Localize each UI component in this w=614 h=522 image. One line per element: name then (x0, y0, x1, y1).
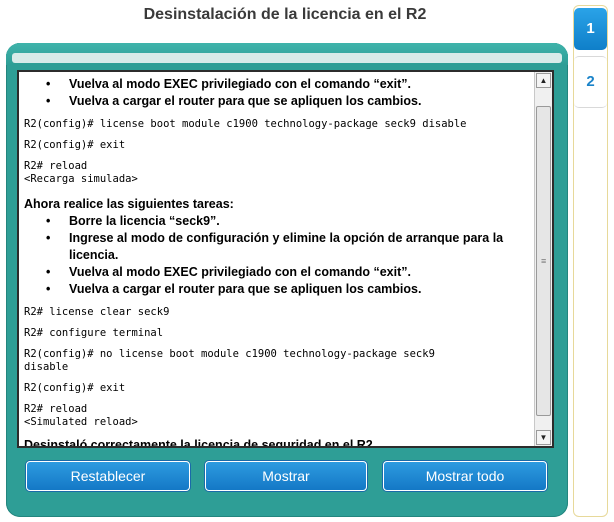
success-message: Desinstaló correctamente la licencia de … (24, 438, 377, 448)
command-line: R2(config)# exit (24, 382, 126, 394)
page-title: Desinstalación de la licencia en el R2 (143, 6, 427, 23)
scroll-down-arrow-icon[interactable]: ▼ (536, 430, 551, 445)
command-line: R2# license clear seck9 (24, 306, 170, 318)
list-item: • Borre la licencia “seck9”. (46, 214, 220, 228)
vertical-scrollbar[interactable]: ▲ ≡ ▼ (534, 72, 552, 446)
list-item: • Ingrese al modo de configuración y elim… (46, 231, 504, 262)
command-line: R2(config)# exit (24, 139, 126, 151)
command-line: R2(config)# no license boot module c1900… (24, 348, 435, 373)
step-tabs: 1 2 (573, 5, 608, 517)
show-button[interactable]: Mostrar (205, 461, 367, 491)
reset-button[interactable]: Restablecer (26, 461, 190, 491)
command-line: R2(config)# license boot module c1900 te… (24, 118, 467, 130)
instructions-content: • Vuelva al modo EXEC privilegiado con el… (24, 76, 534, 448)
list-item: • Vuelva al modo EXEC privilegiado con el… (46, 265, 411, 279)
command-output: <Recarga simulada> (24, 173, 138, 185)
command-line: R2# configure terminal (24, 327, 164, 339)
tab-step-1[interactable]: 1 (574, 8, 607, 50)
command-line: R2# reload (24, 403, 88, 415)
list-item: • Vuelva a cargar el router para que se a… (46, 282, 422, 296)
scroll-thumb[interactable]: ≡ (536, 106, 551, 416)
list-item: • Vuelva al modo EXEC privilegiado con el… (46, 77, 411, 91)
command-output: <Simulated reload> (24, 416, 138, 428)
tab-step-2[interactable]: 2 (574, 56, 607, 108)
instructions-panel: • Vuelva al modo EXEC privilegiado con el… (17, 70, 554, 448)
grip-icon: ≡ (541, 256, 547, 266)
activity-page: Desinstalación de la licencia en el R2 •… (0, 0, 614, 522)
tasks-heading: Ahora realice las siguientes tareas: (24, 197, 234, 211)
command-line: R2# reload (24, 160, 88, 172)
list-item: • Vuelva a cargar el router para que se a… (46, 94, 422, 108)
show-all-button[interactable]: Mostrar todo (383, 461, 547, 491)
frame-inner-bar (12, 53, 562, 63)
scroll-up-arrow-icon[interactable]: ▲ (536, 73, 551, 88)
